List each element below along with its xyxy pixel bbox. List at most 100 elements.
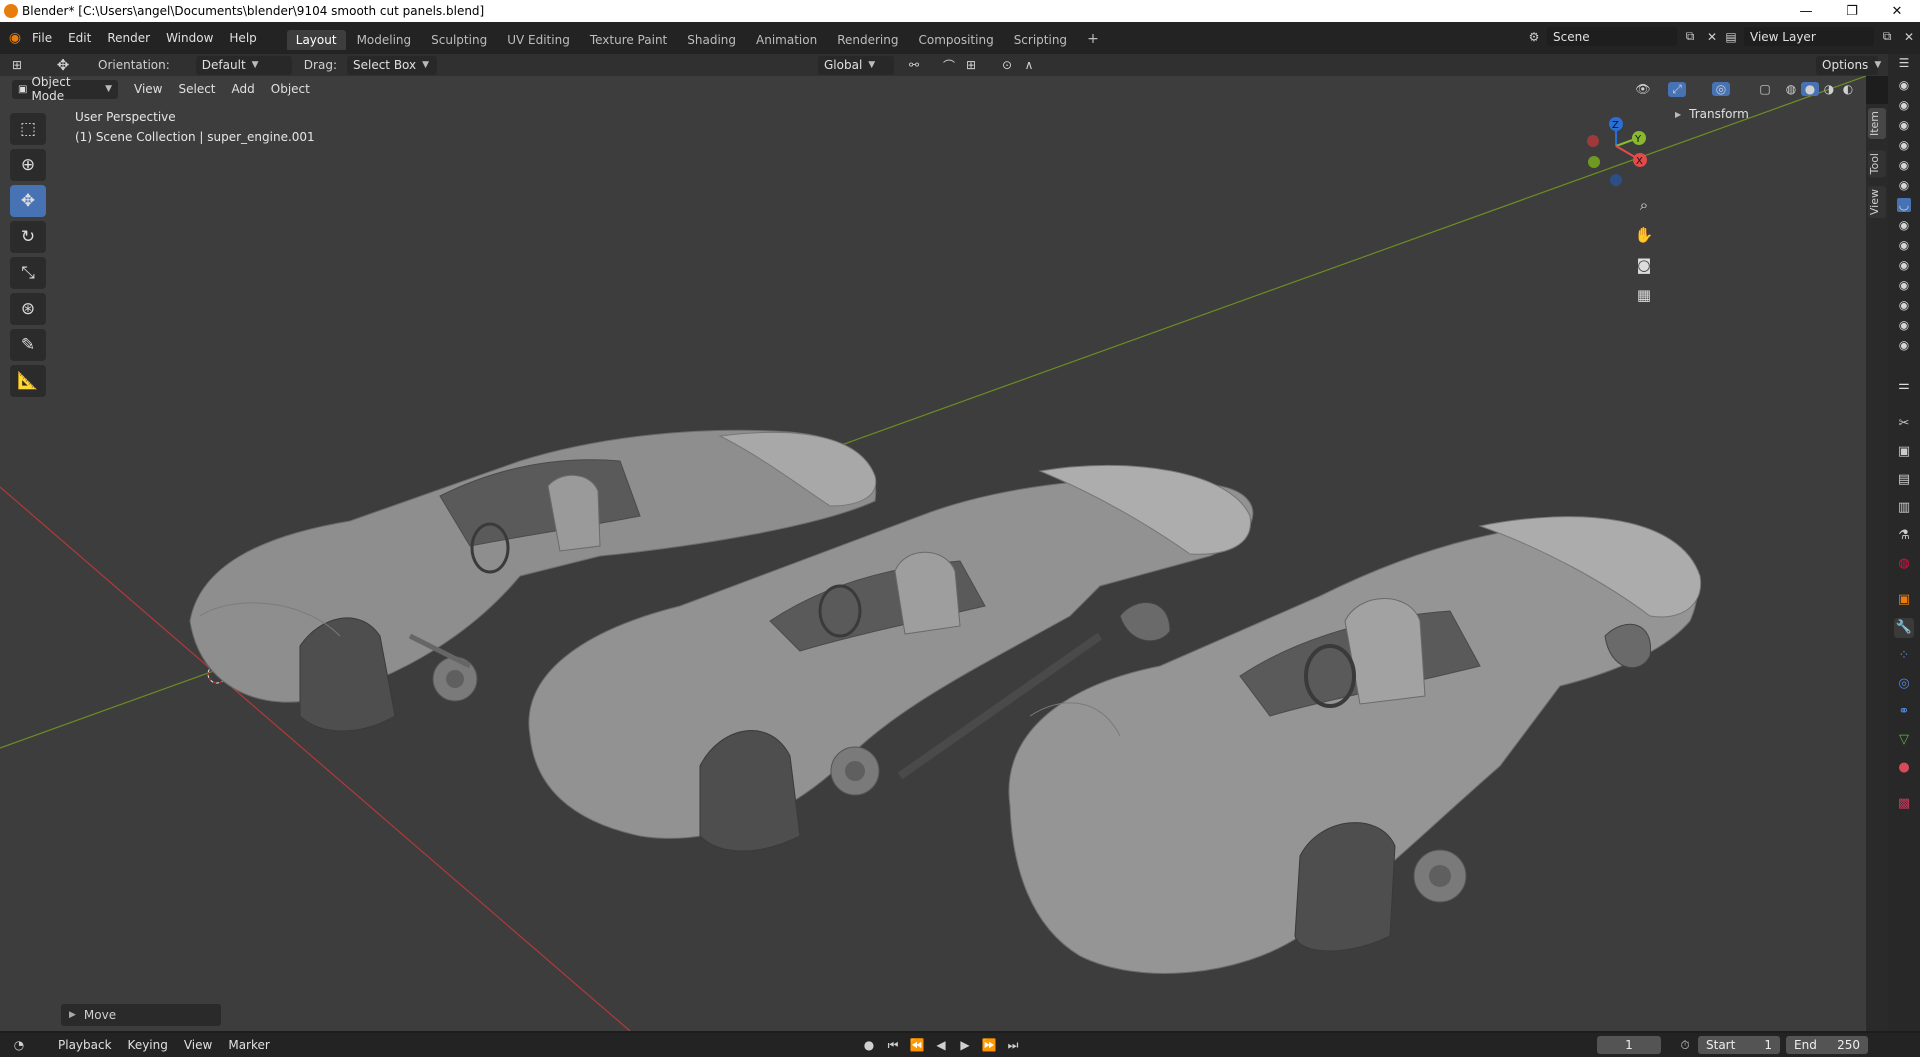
add-workspace-button[interactable]: + (1078, 28, 1108, 50)
preview-range-icon[interactable]: ⏱ (1676, 1038, 1694, 1053)
timeline-menu-marker[interactable]: Marker (220, 1038, 277, 1052)
end-frame-field[interactable]: End 250 (1786, 1036, 1868, 1054)
menu-window[interactable]: Window (158, 31, 221, 45)
options-dropdown[interactable]: Options ▼ (1816, 55, 1881, 75)
particles-properties-icon[interactable]: ⁘ (1894, 646, 1914, 666)
tool-properties-icon[interactable]: ✂ (1894, 414, 1914, 434)
visibility-eye-icon[interactable]: ◉ (1897, 338, 1911, 352)
sidebar-tab-view[interactable]: View (1868, 186, 1886, 219)
transform-icon[interactable]: ⊛ (10, 293, 46, 325)
3d-viewport[interactable]: Z Y X User Perspective (1) Scene Collect… (0, 76, 1866, 1031)
new-scene-icon[interactable]: ⧉ (1681, 29, 1699, 44)
visibility-eye-icon[interactable]: ◉ (1897, 158, 1911, 172)
jump-start-icon[interactable]: ⏮ (884, 1038, 902, 1053)
pivot-point-icon[interactable]: ⚯ (905, 58, 923, 72)
object-properties-icon[interactable]: ▣ (1894, 590, 1914, 610)
visibility-eye-icon[interactable]: ◡ (1897, 198, 1911, 212)
visibility-eye-icon[interactable]: ◉ (1897, 218, 1911, 232)
physics-properties-icon[interactable]: ◎ (1894, 674, 1914, 694)
snap-target-icon[interactable]: ⊞ (962, 58, 980, 72)
properties-editor-icon[interactable]: ⚌ (1894, 376, 1914, 396)
visibility-eye-icon[interactable]: ◉ (1897, 78, 1911, 92)
view-layer-icon[interactable]: ▤ (1722, 30, 1740, 44)
cursor-icon[interactable]: ⊕ (10, 149, 46, 181)
visibility-eye-icon[interactable]: ◉ (1897, 118, 1911, 132)
move-icon[interactable]: ✥ (10, 185, 46, 217)
viewport-menu-select[interactable]: Select (170, 82, 223, 96)
falloff-icon[interactable]: ∧ (1020, 58, 1038, 72)
rendered-shading-icon[interactable]: ◐ (1839, 82, 1857, 96)
mode-dropdown[interactable]: ▣ Object Mode ▼ (12, 75, 118, 103)
play-icon[interactable]: ▶ (956, 1038, 974, 1052)
maximize-button[interactable]: ❐ (1829, 0, 1875, 22)
orientation-dropdown[interactable]: Default ▼ (195, 55, 292, 75)
editor-type-icon[interactable]: ⊞ (8, 58, 26, 72)
material-shading-icon[interactable]: ◑ (1820, 82, 1838, 96)
close-button[interactable]: ✕ (1874, 0, 1920, 22)
next-keyframe-icon[interactable]: ⏩ (980, 1038, 998, 1052)
visibility-eye-icon[interactable]: ◉ (1897, 298, 1911, 312)
sidebar-transform-panel[interactable]: ▶ Transform (1665, 104, 1865, 124)
delete-scene-icon[interactable]: ✕ (1703, 30, 1721, 44)
rotate-icon[interactable]: ↻ (10, 221, 46, 253)
menu-file[interactable]: File (24, 31, 60, 45)
solid-shading-icon[interactable]: ● (1801, 82, 1819, 96)
scale-icon[interactable]: ⤡ (10, 257, 46, 289)
render-properties-icon[interactable]: ▣ (1894, 442, 1914, 462)
modifier-properties-icon[interactable]: 🔧 (1894, 618, 1914, 638)
tab-uv-editing[interactable]: UV Editing (498, 30, 579, 50)
proportional-edit-icon[interactable]: ⊙ (998, 58, 1016, 72)
jump-end-icon[interactable]: ⏭ (1004, 1038, 1022, 1053)
tab-texture-paint[interactable]: Texture Paint (581, 30, 676, 50)
sidebar-tab-item[interactable]: Item (1868, 108, 1886, 140)
viewport-menu-view[interactable]: View (126, 82, 170, 96)
timeline-menu-view[interactable]: View (176, 1038, 220, 1052)
tab-compositing[interactable]: Compositing (909, 30, 1002, 50)
visibility-eye-icon[interactable]: ◉ (1897, 178, 1911, 192)
viewport-menu-add[interactable]: Add (224, 82, 263, 96)
drag-dropdown[interactable]: Select Box ▼ (346, 55, 437, 75)
timeline-editor-type-icon[interactable]: ◔ (10, 1038, 28, 1052)
scene-properties-icon[interactable]: ⚗ (1894, 526, 1914, 546)
transform-orientation-dropdown[interactable]: Global ▼ (818, 55, 894, 75)
start-frame-field[interactable]: Start 1 (1698, 1036, 1780, 1054)
grid-ortho-icon[interactable]: ▦ (1631, 282, 1657, 308)
menu-render[interactable]: Render (99, 31, 158, 45)
data-properties-icon[interactable]: ▽ (1894, 730, 1914, 750)
play-reverse-icon[interactable]: ◀ (932, 1038, 950, 1052)
wireframe-shading-icon[interactable]: ◍ (1782, 82, 1800, 96)
scene-name-field[interactable]: Scene (1547, 27, 1677, 46)
visibility-eye-icon[interactable]: ◉ (1897, 98, 1911, 112)
visibility-eye-icon[interactable]: ◉ (1897, 278, 1911, 292)
timeline-menu-playback[interactable]: Playback (50, 1038, 120, 1052)
pan-hand-icon[interactable]: ✋ (1631, 222, 1657, 248)
blender-menu-icon[interactable]: ◉ (6, 30, 24, 46)
texture-properties-icon[interactable]: ▩ (1894, 794, 1914, 814)
view-layer-name-field[interactable]: View Layer (1744, 27, 1874, 46)
menu-help[interactable]: Help (221, 31, 264, 45)
tab-rendering[interactable]: Rendering (828, 30, 907, 50)
visibility-eye-icon[interactable]: ◉ (1897, 138, 1911, 152)
tab-sculpting[interactable]: Sculpting (422, 30, 496, 50)
minimize-button[interactable]: — (1783, 0, 1829, 22)
tab-shading[interactable]: Shading (678, 30, 745, 50)
record-icon[interactable]: ● (860, 1038, 878, 1052)
prev-keyframe-icon[interactable]: ⏪ (908, 1038, 926, 1052)
select-box-icon[interactable]: ⬚ (10, 113, 46, 145)
world-properties-icon[interactable]: ◍ (1894, 554, 1914, 574)
xray-toggle-icon[interactable]: ▢ (1756, 82, 1774, 96)
tab-layout[interactable]: Layout (286, 30, 346, 50)
tab-scripting[interactable]: Scripting (1005, 30, 1076, 50)
visibility-icon[interactable]: 👁 (1634, 82, 1652, 96)
timeline-menu-keying[interactable]: Keying (120, 1038, 176, 1052)
constraints-properties-icon[interactable]: ⚭ (1894, 702, 1914, 722)
output-properties-icon[interactable]: ▤ (1894, 470, 1914, 490)
last-operator-panel[interactable]: ▶ Move (61, 1004, 221, 1026)
tab-animation[interactable]: Animation (747, 30, 826, 50)
sidebar-tab-tool[interactable]: Tool (1868, 150, 1886, 178)
material-properties-icon[interactable]: ● (1894, 758, 1914, 778)
scene-icon[interactable]: ⚙ (1525, 30, 1543, 44)
snap-icon[interactable]: ⌒ (940, 57, 958, 74)
current-frame-field[interactable]: 1 (1597, 1036, 1661, 1054)
viewport-menu-object[interactable]: Object (263, 82, 318, 96)
